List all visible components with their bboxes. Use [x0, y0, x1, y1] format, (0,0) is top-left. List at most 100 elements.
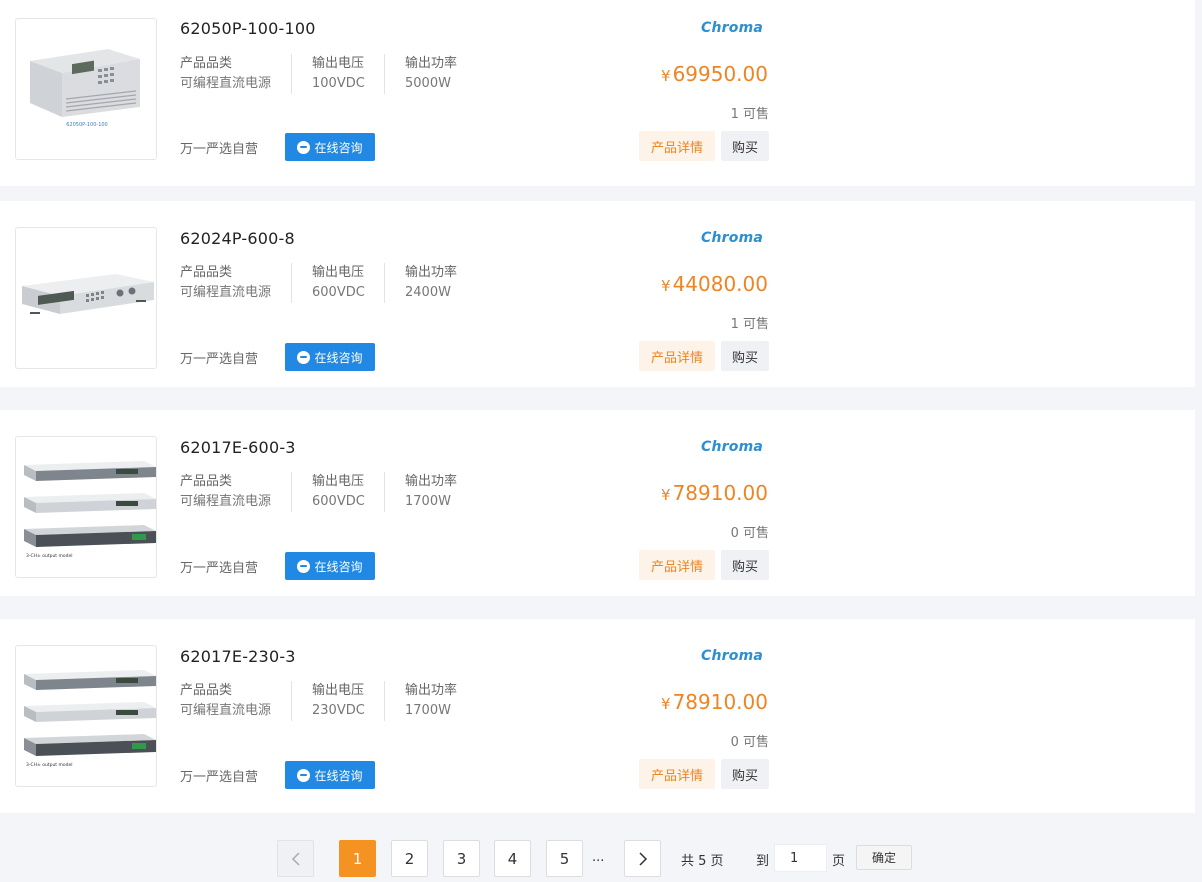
spec-label: 输出电压 [312, 683, 365, 698]
buy-button[interactable]: 购买 [721, 341, 769, 371]
page-ellipsis: ... [592, 850, 605, 865]
confirm-button[interactable]: 确定 [856, 845, 912, 870]
consult-button[interactable]: 在线咨询 [285, 343, 375, 371]
page-3-button[interactable]: 3 [443, 840, 480, 877]
spec-label: 输出电压 [312, 265, 365, 280]
seller-label: 万一严选自营 [180, 352, 259, 367]
page-2-button[interactable]: 2 [391, 840, 428, 877]
price: ¥69950.00 [661, 62, 768, 86]
goto-prefix: 到 [756, 854, 770, 869]
brand-logo: Chroma [701, 230, 763, 246]
spec-value: 可编程直流电源 [180, 494, 272, 509]
spec-power: 输出功率 1700W [405, 472, 495, 512]
stock-count: 0 可售 [730, 735, 769, 750]
seller-label: 万一严选自营 [180, 142, 259, 157]
product-detail-button[interactable]: 产品详情 [639, 550, 715, 580]
spec-power: 输出功率 2400W [405, 263, 495, 303]
product-detail-button[interactable]: 产品详情 [639, 131, 715, 161]
spec-voltage: 输出电压 600VDC [312, 263, 385, 303]
spec-value: 230VDC [312, 703, 365, 718]
spec-value: 600VDC [312, 285, 365, 300]
price-value: 78910.00 [672, 481, 768, 505]
stock-count: 1 可售 [730, 107, 769, 122]
chat-icon [297, 559, 311, 573]
consult-button[interactable]: 在线咨询 [285, 133, 375, 161]
goto-suffix: 页 [832, 854, 846, 869]
product-name[interactable]: 62024P-600-8 [180, 229, 295, 248]
buy-button[interactable]: 购买 [721, 759, 769, 789]
consult-label: 在线咨询 [314, 350, 363, 365]
spec-label: 输出电压 [312, 474, 365, 489]
spec-category: 产品品类 可编程直流电源 [180, 681, 292, 721]
prev-page-button[interactable] [277, 840, 314, 877]
product-image[interactable]: 3-CH± output model [15, 436, 157, 578]
price-value: 44080.00 [672, 272, 768, 296]
chat-icon [297, 768, 311, 782]
price-value: 78910.00 [672, 690, 768, 714]
product-card: 62024P-600-8 产品品类 可编程直流电源 输出电压 600VDC 输出… [0, 201, 1195, 387]
consult-label: 在线咨询 [314, 559, 363, 574]
product-name[interactable]: 62017E-600-3 [180, 438, 296, 457]
chat-icon [297, 140, 311, 154]
seller-label: 万一严选自营 [180, 770, 259, 785]
spec-power: 输出功率 5000W [405, 54, 495, 94]
product-card: 3-CH± output model 62017E-600-3 产品品类 可编程… [0, 410, 1195, 596]
product-card: 3-CH± output model 62017E-230-3 产品品类 可编程… [0, 619, 1195, 813]
spec-value: 600VDC [312, 494, 365, 509]
spec-value: 可编程直流电源 [180, 285, 272, 300]
currency-symbol: ¥ [661, 67, 671, 85]
spec-power: 输出功率 1700W [405, 681, 495, 721]
product-detail-button[interactable]: 产品详情 [639, 759, 715, 789]
chat-icon [297, 350, 311, 364]
page-4-button[interactable]: 4 [494, 840, 531, 877]
spec-voltage: 输出电压 230VDC [312, 681, 385, 721]
brand-logo: Chroma [701, 439, 763, 455]
spec-label: 输出功率 [405, 474, 458, 489]
consult-label: 在线咨询 [314, 768, 363, 783]
spec-voltage: 输出电压 600VDC [312, 472, 385, 512]
spec-label: 产品品类 [180, 56, 233, 71]
buy-button[interactable]: 购买 [721, 131, 769, 161]
consult-label: 在线咨询 [314, 140, 363, 155]
consult-button[interactable]: 在线咨询 [285, 761, 375, 789]
product-name[interactable]: 62017E-230-3 [180, 647, 296, 666]
spec-value: 5000W [405, 76, 451, 91]
price: ¥78910.00 [661, 690, 768, 714]
buy-button[interactable]: 购买 [721, 550, 769, 580]
spec-label: 产品品类 [180, 265, 233, 280]
spec-value: 1700W [405, 703, 451, 718]
spec-label: 输出功率 [405, 265, 458, 280]
currency-symbol: ¥ [661, 695, 671, 713]
spec-label: 输出功率 [405, 56, 458, 71]
product-image[interactable]: 62050P-100-100 [15, 18, 157, 160]
image-caption: 3-CH± output model [26, 553, 73, 559]
spec-value: 1700W [405, 494, 451, 509]
chevron-left-icon [291, 851, 300, 866]
next-page-button[interactable] [624, 840, 661, 877]
price: ¥78910.00 [661, 481, 768, 505]
currency-symbol: ¥ [661, 277, 671, 295]
image-caption: 62050P-100-100 [66, 122, 108, 128]
chevron-right-icon [638, 851, 647, 866]
pagination: 1 2 3 4 5 ... 共 5 页 到 页 确定 [0, 828, 1202, 882]
stock-count: 1 可售 [730, 317, 769, 332]
product-name[interactable]: 62050P-100-100 [180, 19, 316, 38]
price: ¥44080.00 [661, 272, 768, 296]
image-caption: 3-CH± output model [26, 762, 73, 768]
product-image[interactable]: 3-CH± output model [15, 645, 157, 787]
brand-logo: Chroma [701, 648, 763, 664]
goto-page-input[interactable] [774, 844, 827, 872]
product-image[interactable] [15, 227, 157, 369]
spec-label: 输出功率 [405, 683, 458, 698]
page-1-button[interactable]: 1 [339, 840, 376, 877]
spec-category: 产品品类 可编程直流电源 [180, 472, 292, 512]
consult-button[interactable]: 在线咨询 [285, 552, 375, 580]
brand-logo: Chroma [701, 20, 763, 36]
page-5-button[interactable]: 5 [546, 840, 583, 877]
spec-value: 可编程直流电源 [180, 76, 272, 91]
spec-label: 产品品类 [180, 683, 233, 698]
currency-symbol: ¥ [661, 486, 671, 504]
spec-label: 产品品类 [180, 474, 233, 489]
product-detail-button[interactable]: 产品详情 [639, 341, 715, 371]
price-value: 69950.00 [672, 62, 768, 86]
